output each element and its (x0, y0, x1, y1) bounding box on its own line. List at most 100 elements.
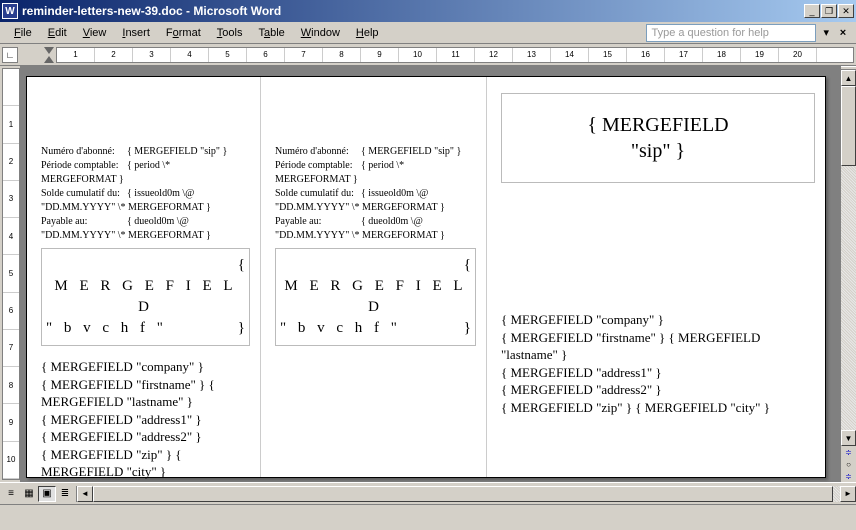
ruler-mark: 4 (171, 48, 209, 62)
mf-zip: { MERGEFIELD "zip" } { (41, 446, 250, 464)
pay-format: "DD.MM.YYYY" \* MERGEFORMAT } (275, 229, 476, 242)
horizontal-scrollbar[interactable]: ◄ ► (77, 486, 856, 502)
mf-address1: { MERGEFIELD "address1" } (501, 364, 815, 382)
menu-insert[interactable]: Insert (114, 25, 158, 41)
word-app-icon: W (2, 3, 18, 19)
mf-firstname: { MERGEFIELD "firstname" } { MERGEFIELD (501, 329, 815, 347)
help-dropdown-icon[interactable]: ▾ (820, 26, 832, 39)
close-button[interactable]: ✕ (838, 4, 854, 18)
mf-address2: { MERGEFIELD "address2" } (501, 381, 815, 399)
mf-company: { MERGEFIELD "company" } (41, 358, 250, 376)
tab-selector[interactable]: ∟ (2, 47, 18, 63)
hscroll-thumb[interactable] (93, 486, 833, 502)
menu-table[interactable]: Table (250, 25, 292, 41)
hscroll-track[interactable] (93, 486, 840, 502)
mergefield-sip-box: { MERGEFIELD "sip" } (501, 93, 815, 183)
help-search-box[interactable]: Type a question for help (646, 24, 816, 42)
mergefield-bvchf: " b v c h f " (280, 318, 401, 339)
field-issueold: { issueold0m \@ (127, 187, 250, 200)
ruler-mark: 3 (133, 48, 171, 62)
column-1[interactable]: Numéro d'abonné:{ MERGEFIELD "sip" } Pér… (27, 77, 261, 477)
scroll-track[interactable] (841, 86, 856, 430)
outline-view-button[interactable]: ≣ (56, 486, 74, 502)
label-subscriber: Numéro d'abonné: (41, 145, 127, 158)
vruler-mark: 2 (3, 144, 19, 181)
scroll-thumb[interactable] (841, 86, 856, 166)
scroll-down-button[interactable]: ▼ (841, 430, 856, 446)
ruler-mark: 9 (361, 48, 399, 62)
document-area[interactable]: Numéro d'abonné: { MERGEFIELD "sip" } Pér… (20, 66, 840, 482)
ruler-mark: 11 (437, 48, 475, 62)
ruler-mark: 12 (475, 48, 513, 62)
normal-view-button[interactable]: ≡ (2, 486, 20, 502)
ruler-mark: 5 (209, 48, 247, 62)
scroll-up-button[interactable]: ▲ (841, 70, 856, 86)
ruler-mark: 20 (779, 48, 817, 62)
ruler-mark: 8 (323, 48, 361, 62)
menu-help[interactable]: Help (348, 25, 387, 41)
menu-tools[interactable]: Tools (209, 25, 251, 41)
vruler-mark: 8 (3, 367, 19, 404)
mergefield-bvchf: " b v c h f " (46, 318, 167, 339)
mf-firstname: { MERGEFIELD "firstname" } { (41, 376, 250, 394)
menu-file[interactable]: File (6, 25, 40, 41)
ruler-mark: 1 (57, 48, 95, 62)
column-3[interactable]: { MERGEFIELD "sip" } { MERGEFIELD "compa… (487, 77, 825, 477)
restore-button[interactable]: ❐ (821, 4, 837, 18)
label-period: Période comptable: (275, 159, 361, 172)
minimize-button[interactable]: _ (804, 4, 820, 18)
brace-close: } (238, 318, 245, 339)
browse-object-button[interactable]: ○ (841, 458, 856, 470)
menu-format[interactable]: Format (158, 25, 209, 41)
label-solde: Solde cumulatif du: (41, 187, 127, 200)
web-view-button[interactable]: ▦ (20, 486, 38, 502)
mergeformat: MERGEFORMAT } (275, 173, 476, 186)
menu-window[interactable]: Window (293, 25, 348, 41)
menu-view[interactable]: View (75, 25, 115, 41)
menu-bar: File Edit View Insert Format Tools Table… (0, 22, 856, 44)
ruler-mark: 6 (247, 48, 285, 62)
ruler-mark: 18 (703, 48, 741, 62)
label-solde: Solde cumulatif du: (275, 187, 361, 200)
brace-open: { (280, 255, 471, 276)
scroll-left-button[interactable]: ◄ (77, 486, 93, 502)
ruler-mark: 14 (551, 48, 589, 62)
close-document-button[interactable]: × (836, 26, 850, 40)
vruler-mark: 3 (3, 181, 19, 218)
mergefield-text: M E R G E F I E L D (280, 276, 471, 318)
vruler-mark: 7 (3, 330, 19, 367)
vruler-mark: 1 (3, 106, 19, 143)
mergeformat: MERGEFORMAT } (41, 173, 250, 186)
page[interactable]: Numéro d'abonné: { MERGEFIELD "sip" } Pér… (26, 76, 826, 478)
field-dueold: { dueold0m \@ (361, 215, 476, 228)
vruler-mark: 5 (3, 255, 19, 292)
column-2[interactable]: Numéro d'abonné:{ MERGEFIELD "sip" } Pér… (261, 77, 487, 477)
label-payable: Payable au: (275, 215, 361, 228)
mf-lastname: "lastname" } (501, 346, 815, 364)
window-title: reminder-letters-new-39.doc - Microsoft … (22, 4, 804, 18)
mergefield-big1: { MERGEFIELD (532, 112, 784, 138)
vruler-mark: 10 (3, 442, 19, 479)
bottom-bar: ≡ ▦ ▣ ≣ ◄ ► (0, 482, 856, 504)
solde-format: "DD.MM.YYYY" \* MERGEFORMAT } (41, 201, 250, 214)
ruler-mark: 16 (627, 48, 665, 62)
workspace: 1 2 3 4 5 6 7 8 9 10 Numéro d'abonné: { M… (0, 66, 856, 482)
scroll-right-button[interactable]: ► (840, 486, 856, 502)
pay-format: "DD.MM.YYYY" \* MERGEFORMAT } (41, 229, 250, 242)
menu-edit[interactable]: Edit (40, 25, 75, 41)
address-block: { MERGEFIELD "company" } { MERGEFIELD "f… (41, 358, 250, 481)
mf-city: MERGEFIELD "city" } (41, 463, 250, 481)
prev-page-button[interactable]: ≑ (841, 446, 856, 458)
mergefield-big2: "sip" } (532, 138, 784, 164)
print-layout-button[interactable]: ▣ (38, 486, 56, 502)
vertical-ruler[interactable]: 1 2 3 4 5 6 7 8 9 10 (2, 68, 20, 480)
vertical-scrollbar[interactable]: ▲ ▼ ≑ ○ ≑ (840, 66, 856, 482)
field-issueold: { issueold0m \@ (361, 187, 476, 200)
ruler-mark: 10 (399, 48, 437, 62)
next-page-button[interactable]: ≑ (841, 470, 856, 482)
solde-format: "DD.MM.YYYY" \* MERGEFORMAT } (275, 201, 476, 214)
label-subscriber: Numéro d'abonné: (275, 145, 361, 158)
mf-company: { MERGEFIELD "company" } (501, 311, 815, 329)
mf-zip-city: { MERGEFIELD "zip" } { MERGEFIELD "city"… (501, 399, 815, 417)
horizontal-ruler[interactable]: 1 2 3 4 5 6 7 8 9 10 11 12 13 14 15 16 1… (56, 47, 854, 63)
